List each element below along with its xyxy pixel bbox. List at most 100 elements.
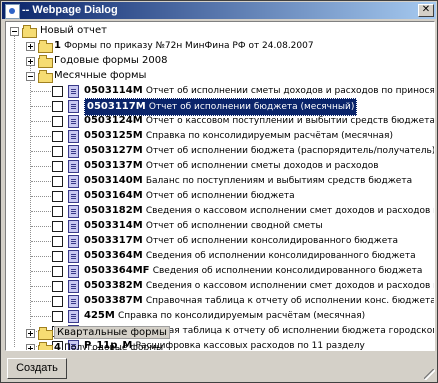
document-icon: [68, 250, 79, 263]
form-checkbox[interactable]: [52, 86, 63, 97]
form-label[interactable]: 0503387M Справочная таблица к отчету об …: [84, 293, 435, 309]
resize-grip[interactable]: [424, 369, 435, 380]
form-checkbox[interactable]: [52, 296, 63, 307]
form-label[interactable]: 0503364MF Сведения об исполнении консоли…: [84, 263, 422, 279]
node-desc: Полугодовые формы: [64, 343, 164, 351]
tree-line: [31, 301, 51, 302]
node-label: Квартальные формы: [54, 326, 170, 339]
form-code: 0503124M: [84, 115, 143, 126]
form-label[interactable]: 0503125M Справка по консолидируемым расч…: [84, 128, 393, 144]
form-checkbox[interactable]: [52, 266, 63, 277]
form-checkbox[interactable]: [52, 116, 63, 127]
expand-toggle[interactable]: [26, 329, 35, 338]
node-desc: Формы по приказу №72н МинФина РФ от 24.0…: [64, 41, 314, 51]
form-code: 0503140M: [84, 175, 143, 186]
tree-line: [31, 286, 51, 287]
folder-icon: [38, 70, 53, 83]
tree-line: [31, 196, 51, 197]
form-description: Справочная таблица к отчету об исполнени…: [145, 296, 435, 306]
tree-line: [31, 91, 51, 92]
form-label[interactable]: 425M Справка по консолидируемым расчётам…: [84, 308, 365, 324]
tree-line: [31, 271, 51, 272]
form-label[interactable]: 0503114M Отчет об исполнении сметы доход…: [84, 83, 435, 99]
form-checkbox[interactable]: [52, 221, 63, 232]
expand-toggle[interactable]: [26, 344, 35, 350]
form-code: 0503314M: [84, 220, 143, 231]
form-code: 0503387M: [84, 295, 143, 306]
node-code: 4: [54, 342, 61, 351]
form-checkbox[interactable]: [52, 311, 63, 322]
form-label[interactable]: 0503382M Сведения о кассовом исполнении …: [84, 278, 434, 294]
tree-line: [31, 106, 51, 107]
document-icon: [68, 310, 79, 323]
form-checkbox[interactable]: [52, 131, 63, 142]
form-code: 0503317M: [84, 235, 143, 246]
expand-toggle[interactable]: [26, 57, 35, 66]
folder-icon: [38, 40, 53, 53]
form-description: Сведения о кассовом исполнении смет дохо…: [145, 281, 434, 291]
form-code: 0503182M: [84, 205, 143, 216]
form-label[interactable]: 0503364M Сведения об исполнении консолид…: [84, 248, 416, 264]
form-description: Отчет об исполнении бюджета (распорядите…: [145, 146, 435, 156]
node-label: 4 Полугодовые формы: [54, 340, 164, 351]
form-label[interactable]: 0503140M Баланс по поступлениям и выбыти…: [84, 173, 412, 189]
form-checkbox[interactable]: [52, 176, 63, 187]
form-description: Сведения о кассовом исполнении смет дохо…: [145, 206, 434, 216]
form-code: 0503382M: [84, 280, 143, 291]
form-code: 0503127M: [84, 145, 143, 156]
folder-icon: [22, 25, 37, 38]
form-code: 0503164M: [84, 190, 143, 201]
form-description: Отчет об исполнении сметы доходов и расх…: [145, 161, 379, 171]
form-checkbox[interactable]: [52, 236, 63, 247]
document-icon: [68, 280, 79, 293]
form-checkbox[interactable]: [52, 281, 63, 292]
expand-toggle[interactable]: [26, 42, 35, 51]
form-label[interactable]: 0503314M Отчет об исполнении сводной сме…: [84, 218, 323, 234]
document-icon: [68, 235, 79, 248]
form-description: Отчет об исполнении консолидированного б…: [145, 236, 398, 246]
tree-line: [31, 316, 51, 317]
node-label: Месячные формы: [54, 70, 147, 81]
document-icon: [68, 265, 79, 278]
form-description: Справочная таблица к отчету об исполнени…: [123, 326, 434, 336]
form-checkbox[interactable]: [52, 251, 63, 262]
node-label: 1 Формы по приказу №72н МинФина РФ от 24…: [54, 38, 314, 54]
collapse-toggle[interactable]: [26, 72, 35, 81]
form-checkbox[interactable]: [52, 206, 63, 217]
form-code: 0503117M: [87, 101, 146, 112]
form-code: 0503137M: [84, 160, 143, 171]
tree-line: [31, 226, 51, 227]
tree-line: [31, 121, 51, 122]
node-label: Новый отчет: [40, 25, 107, 36]
form-description: Отчет об исполнении сметы доходов и расх…: [145, 86, 435, 96]
collapse-toggle[interactable]: [10, 27, 19, 36]
document-icon: [68, 85, 79, 98]
report-tree[interactable]: Новый отчет 1 Формы по приказу №72н МинФ…: [5, 21, 435, 351]
form-code: 0503125M: [84, 130, 143, 141]
document-icon: [68, 160, 79, 173]
folder-icon: [38, 327, 53, 340]
create-button[interactable]: Создать: [7, 358, 67, 379]
form-code: 0503364MF: [84, 265, 150, 276]
form-checkbox[interactable]: [52, 146, 63, 157]
form-description: Отчет об исполнении бюджета: [145, 191, 295, 201]
form-label[interactable]: 0503164M Отчет об исполнении бюджета: [84, 188, 295, 204]
form-checkbox[interactable]: [52, 191, 63, 202]
form-label[interactable]: 0503127M Отчет об исполнении бюджета (ра…: [84, 143, 435, 159]
form-label[interactable]: 0503124M Отчет о кассовом поступлении и …: [84, 113, 435, 129]
form-label[interactable]: 0503182M Сведения о кассовом исполнении …: [84, 203, 434, 219]
close-button[interactable]: ✕: [418, 4, 434, 17]
form-label[interactable]: 0503317M Отчет об исполнении консолидиро…: [84, 233, 398, 249]
window-title: -- Webpage Dialog: [22, 4, 118, 16]
form-checkbox[interactable]: [52, 161, 63, 172]
form-description: Отчет об исполнении бюджета (месячный): [148, 102, 355, 112]
tree-line: [31, 136, 51, 137]
node-code: 1: [54, 40, 61, 51]
form-label[interactable]: 0503137M Отчет об исполнении сметы доход…: [84, 158, 379, 174]
form-description: Отчет о кассовом поступлении и выбытии с…: [145, 116, 435, 126]
tree-line: [31, 166, 51, 167]
title-bar: -- Webpage Dialog ✕: [2, 2, 436, 19]
folder-icon: [38, 55, 53, 68]
form-code: 0503114M: [84, 85, 143, 96]
form-checkbox[interactable]: [52, 101, 63, 112]
